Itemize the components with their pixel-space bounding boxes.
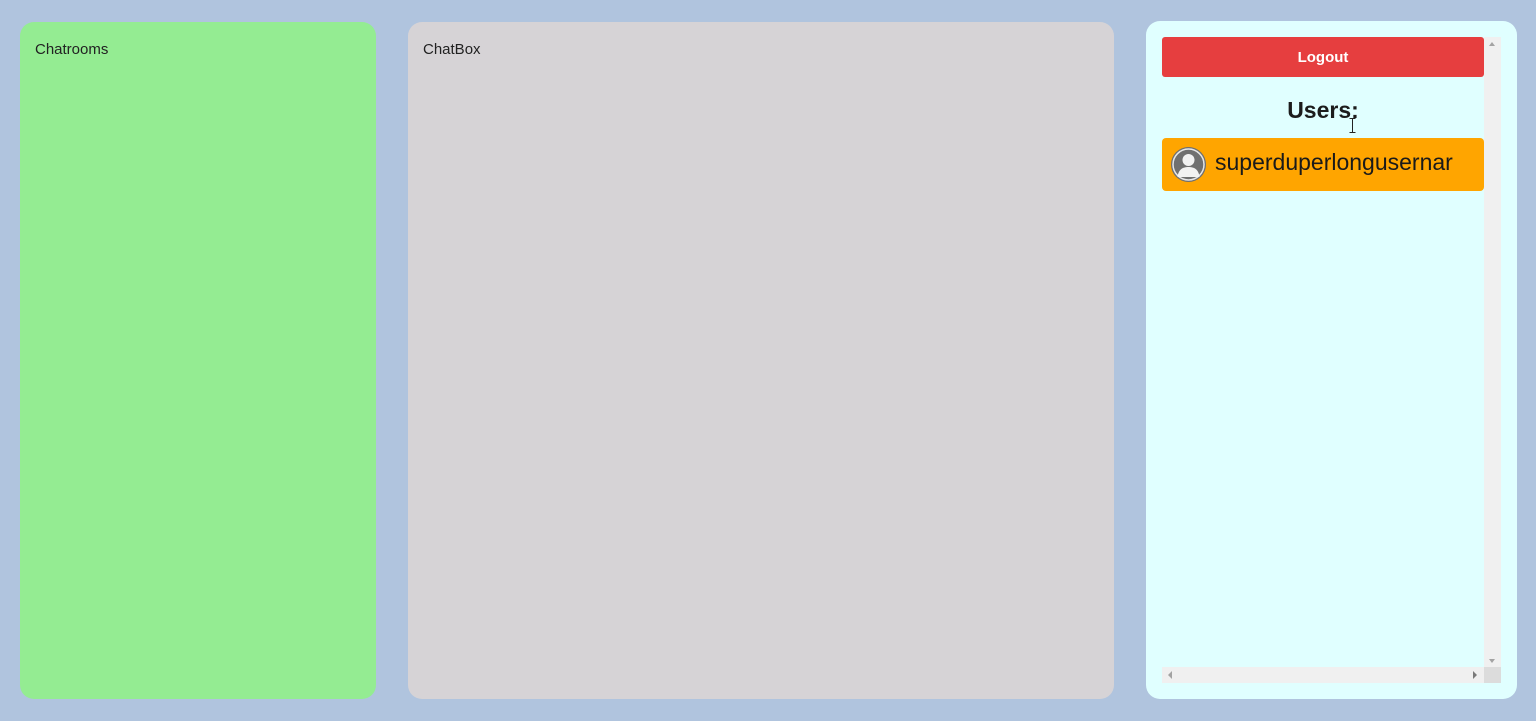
users-panel: Logout Users: superduperlongusernar (1146, 21, 1517, 699)
scroll-down-arrow-icon[interactable] (1489, 659, 1495, 663)
text-cursor-icon (1349, 118, 1356, 133)
scrollbar-corner (1484, 667, 1501, 683)
users-heading: Users: (1287, 97, 1359, 123)
horizontal-scrollbar[interactable] (1162, 667, 1484, 683)
chatbox-panel: ChatBox (408, 22, 1114, 699)
user-avatar-icon (1171, 147, 1206, 182)
users-scroll-area[interactable]: Logout Users: superduperlongusernar (1162, 37, 1501, 683)
chatrooms-label: Chatrooms (35, 41, 109, 58)
chatbox-label: ChatBox (423, 41, 481, 58)
user-name: superduperlongusernar (1215, 149, 1453, 175)
user-list-item[interactable]: superduperlongusernar (1162, 138, 1484, 191)
scroll-left-arrow-icon[interactable] (1168, 671, 1172, 679)
scroll-right-arrow-icon[interactable] (1473, 671, 1477, 679)
chatrooms-panel: Chatrooms (20, 22, 376, 699)
scroll-up-arrow-icon[interactable] (1489, 42, 1495, 46)
logout-button[interactable]: Logout (1162, 37, 1484, 77)
vertical-scrollbar[interactable] (1484, 37, 1501, 667)
